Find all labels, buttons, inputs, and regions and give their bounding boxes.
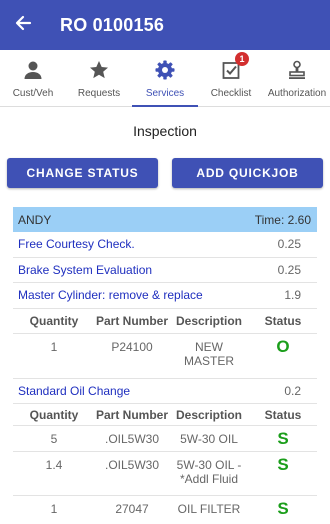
header-quantity: Quantity <box>29 313 79 328</box>
part-number: .OIL5W30 <box>104 432 160 446</box>
job-hours: 0.2 <box>284 383 301 398</box>
job-name: Standard Oil Change <box>18 383 131 398</box>
job-row[interactable]: Master Cylinder: remove & replace 1.9 <box>13 283 317 309</box>
job-hours: 0.25 <box>277 237 301 252</box>
section-title: Inspection <box>133 123 197 139</box>
stamp-icon <box>286 59 308 81</box>
job-name: Free Courtesy Check. <box>18 237 135 252</box>
part-status: S <box>277 455 289 474</box>
parts-table-header: Quantity Part Number Description Status <box>13 404 317 426</box>
part-number: P24100 <box>111 339 153 354</box>
page-title: RO 0100156 <box>60 14 165 35</box>
part-row[interactable]: 1 27047 OIL FILTER S <box>13 496 317 520</box>
part-description: 5W-30 OIL <box>180 432 238 446</box>
job-list: Free Courtesy Check. 0.25 Brake System E… <box>13 232 317 520</box>
add-quickjob-button[interactable]: ADD QUICKJOB <box>172 158 323 188</box>
part-description: OIL FILTER <box>177 502 241 516</box>
job-name: Master Cylinder: remove & replace <box>18 288 203 303</box>
tab-label: Services <box>145 88 185 99</box>
job-row[interactable]: Brake System Evaluation 0.25 <box>13 258 317 283</box>
part-status: O <box>276 336 290 356</box>
part-row[interactable]: 1.4 .OIL5W30 5W-30 OIL - *Addl Fluid S <box>13 452 317 496</box>
part-description: 5W-30 OIL - *Addl Fluid <box>176 458 242 486</box>
job-hours: 0.25 <box>277 262 301 277</box>
notification-badge: 1 <box>235 52 249 66</box>
gear-icon <box>154 59 176 81</box>
job-row[interactable]: Standard Oil Change 0.2 <box>13 379 317 404</box>
job-name: Brake System Evaluation <box>18 262 153 277</box>
star-icon <box>88 59 110 81</box>
tab-requests[interactable]: Requests <box>66 50 132 106</box>
tab-label: Cust/Veh <box>12 88 54 99</box>
part-quantity: 1 <box>50 502 58 516</box>
tab-authorization[interactable]: Authorization <box>264 50 330 106</box>
part-quantity: 5 <box>50 432 58 446</box>
part-row[interactable]: 5 .OIL5W30 5W-30 OIL S <box>13 426 317 452</box>
technician-bar: ANDY Time: 2.60 <box>13 207 317 232</box>
part-status: S <box>277 499 289 518</box>
header-status: Status <box>264 313 302 328</box>
tab-bar: Cust/Veh Requests Services 1 Checklist A… <box>0 50 330 107</box>
part-row[interactable]: 1 P24100 NEW MASTER O <box>13 334 317 379</box>
back-button[interactable] <box>0 0 46 50</box>
part-description: NEW MASTER <box>183 339 234 368</box>
part-number: 27047 <box>115 502 149 516</box>
part-number: .OIL5W30 <box>104 458 160 472</box>
header-description: Description <box>175 313 242 328</box>
tab-label: Requests <box>77 88 121 99</box>
part-quantity: 1 <box>50 339 58 354</box>
job-row[interactable]: Free Courtesy Check. 0.25 <box>13 232 317 258</box>
part-quantity: 1.4 <box>45 458 63 472</box>
job-hours: 1.9 <box>284 288 301 303</box>
app-bar: RO 0100156 <box>0 0 330 50</box>
tab-checklist[interactable]: 1 Checklist <box>198 50 264 106</box>
change-status-button[interactable]: CHANGE STATUS <box>7 158 158 188</box>
tab-label: Checklist <box>210 88 252 99</box>
part-status: S <box>277 429 289 448</box>
header-description: Description <box>175 407 242 422</box>
person-icon <box>22 59 44 81</box>
parts-table-header: Quantity Part Number Description Status <box>13 309 317 334</box>
technician-name: ANDY <box>18 212 52 227</box>
header-part-number: Part Number <box>95 407 169 422</box>
tab-label: Authorization <box>267 88 327 99</box>
tab-cust-veh[interactable]: Cust/Veh <box>0 50 66 106</box>
technician-time: Time: 2.60 <box>254 212 311 227</box>
tab-services[interactable]: Services <box>132 50 198 107</box>
header-quantity: Quantity <box>29 407 79 422</box>
arrow-back-icon <box>14 14 32 37</box>
header-part-number: Part Number <box>95 313 169 328</box>
header-status: Status <box>264 407 302 422</box>
